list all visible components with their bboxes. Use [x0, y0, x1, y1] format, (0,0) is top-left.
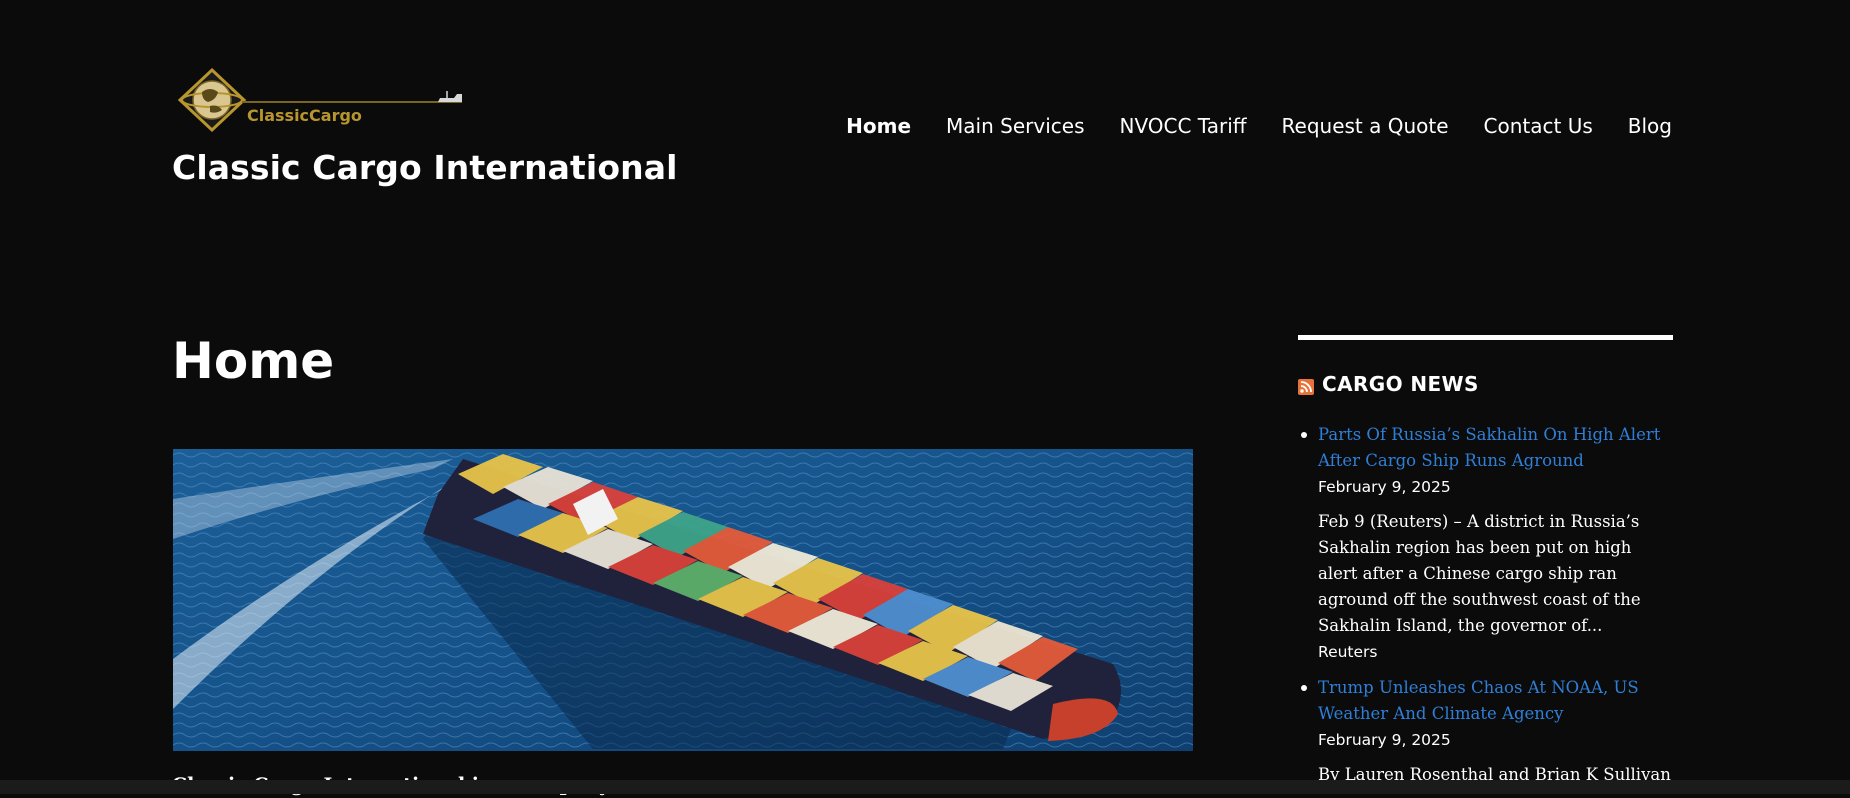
nav-request-quote[interactable]: Request a Quote [1282, 114, 1449, 138]
site-logo[interactable]: ClassicCargo [172, 62, 482, 134]
rss-feed-icon[interactable] [1298, 376, 1314, 395]
logo-emblem: ClassicCargo [177, 67, 462, 133]
news-source: Reuters [1318, 643, 1378, 661]
news-date: February 9, 2025 [1318, 731, 1451, 749]
list-item: Parts Of Russia’s Sakhalin On High Alert… [1301, 422, 1673, 665]
news-excerpt: Feb 9 (Reuters) – A district in Russia’s… [1318, 512, 1641, 635]
page-heading: Home [172, 332, 335, 390]
site-title[interactable]: Classic Cargo International [172, 148, 677, 187]
hero-image-cargo-ship [173, 449, 1193, 751]
nav-main-services[interactable]: Main Services [946, 114, 1084, 138]
widget-title-text: CARGO NEWS [1322, 372, 1479, 396]
nav-home[interactable]: Home [846, 114, 911, 138]
svg-text:ClassicCargo: ClassicCargo [247, 106, 362, 125]
news-date: February 9, 2025 [1318, 478, 1451, 496]
list-item: Trump Unleashes Chaos At NOAA, US Weathe… [1301, 675, 1673, 788]
news-link[interactable]: Trump Unleashes Chaos At NOAA, US Weathe… [1318, 675, 1673, 727]
horizontal-scrollbar[interactable] [0, 780, 1850, 794]
sidebar-divider [1298, 335, 1673, 340]
sidebar: CARGO NEWS Parts Of Russia’s Sakhalin On… [1298, 335, 1673, 798]
news-list: Parts Of Russia’s Sakhalin On High Alert… [1298, 422, 1673, 788]
nav-blog[interactable]: Blog [1628, 114, 1672, 138]
news-link[interactable]: Parts Of Russia’s Sakhalin On High Alert… [1318, 422, 1673, 474]
main-nav: Home Main Services NVOCC Tariff Request … [846, 114, 1672, 138]
nav-nvocc-tariff[interactable]: NVOCC Tariff [1119, 114, 1246, 138]
widget-title: CARGO NEWS [1298, 372, 1673, 396]
nav-contact-us[interactable]: Contact Us [1484, 114, 1593, 138]
